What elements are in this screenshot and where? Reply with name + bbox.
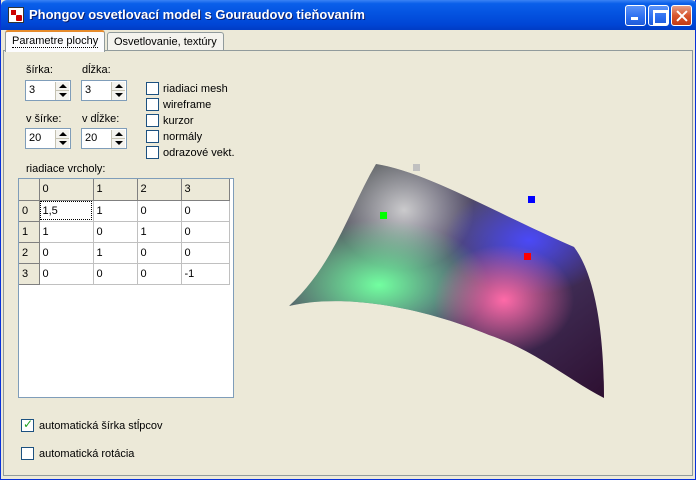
table-row: 0 1,5 1 0 0 bbox=[19, 200, 230, 222]
kurzor-label: kurzor bbox=[163, 115, 194, 127]
kurzor-checkbox[interactable] bbox=[146, 114, 159, 127]
row-header[interactable]: 2 bbox=[19, 242, 40, 264]
sirka-spinner[interactable]: 3 bbox=[25, 80, 71, 101]
normaly-label: normály bbox=[163, 131, 203, 143]
tab-label: Parametre plochy bbox=[12, 35, 99, 48]
grid-cell[interactable]: 0 bbox=[39, 263, 94, 285]
tab-label: Osvetlovanie, textúry bbox=[114, 36, 217, 48]
grid-header-row: 0 1 2 3 bbox=[19, 179, 230, 201]
spin-down-icon[interactable] bbox=[55, 139, 69, 148]
auto-width-checkbox[interactable] bbox=[21, 417, 34, 432]
close-button[interactable] bbox=[671, 5, 692, 26]
table-row: 1 1 0 1 0 bbox=[19, 221, 230, 243]
maximize-button[interactable] bbox=[648, 5, 669, 26]
wireframe-checkbox[interactable] bbox=[146, 98, 159, 111]
odrazove-vekt-label: odrazové vekt. bbox=[163, 147, 235, 159]
dlzka-spinner[interactable]: 3 bbox=[81, 80, 127, 101]
spin-up-icon[interactable] bbox=[55, 130, 69, 139]
control-points-grid[interactable]: 0 1 2 3 0 1,5 1 0 0 1 1 0 1 0 2 0 1 0 0 … bbox=[18, 178, 234, 398]
grid-cell[interactable]: 0 bbox=[137, 242, 182, 264]
grid-cell[interactable]: 0 bbox=[137, 263, 182, 285]
dlzka-label: dĺžka: bbox=[82, 64, 111, 76]
grid-cell[interactable]: 0 bbox=[137, 200, 182, 222]
row-header[interactable]: 3 bbox=[19, 263, 40, 285]
app-icon[interactable] bbox=[8, 7, 24, 23]
column-header[interactable]: 0 bbox=[39, 179, 94, 201]
column-header[interactable]: 2 bbox=[137, 179, 182, 201]
grid-table: 0 1 2 3 0 1,5 1 0 0 1 1 0 1 0 2 0 1 0 0 … bbox=[19, 179, 230, 285]
tab-parametre-plochy[interactable]: Parametre plochy bbox=[5, 30, 106, 52]
spin-up-icon[interactable] bbox=[55, 82, 69, 91]
normaly-checkbox[interactable] bbox=[146, 130, 159, 143]
grid-cell[interactable]: -1 bbox=[181, 263, 230, 285]
light-marker-red[interactable] bbox=[524, 253, 531, 260]
v-sirke-spinner[interactable]: 20 bbox=[25, 128, 71, 149]
row-header[interactable]: 1 bbox=[19, 221, 40, 243]
v-dlzke-spinner[interactable]: 20 bbox=[81, 128, 127, 149]
v-sirke-label: v šírke: bbox=[26, 113, 62, 125]
light-marker-blue[interactable] bbox=[528, 196, 535, 203]
light-marker-green[interactable] bbox=[380, 212, 387, 219]
render-viewport[interactable] bbox=[239, 60, 691, 470]
grid-cell[interactable]: 0 bbox=[93, 221, 138, 243]
grid-cell[interactable]: 0 bbox=[93, 263, 138, 285]
v-dlzke-value[interactable]: 20 bbox=[85, 132, 97, 144]
column-header[interactable]: 1 bbox=[93, 179, 138, 201]
riadiaci-mesh-checkbox[interactable] bbox=[146, 82, 159, 95]
spin-down-icon[interactable] bbox=[111, 139, 125, 148]
grid-corner-cell bbox=[19, 179, 40, 201]
grid-cell[interactable]: 1 bbox=[93, 200, 138, 222]
grid-cell[interactable]: 0 bbox=[181, 200, 230, 222]
table-row: 2 0 1 0 0 bbox=[19, 242, 230, 264]
v-sirke-value[interactable]: 20 bbox=[29, 132, 41, 144]
spin-up-icon[interactable] bbox=[111, 130, 125, 139]
grid-cell[interactable]: 1 bbox=[39, 221, 94, 243]
sirka-label: šírka: bbox=[26, 64, 53, 76]
grid-cell[interactable]: 0 bbox=[39, 242, 94, 264]
window-title: Phongov osvetlovací model s Gouraudovo t… bbox=[29, 7, 365, 22]
main-window: Phongov osvetlovací model s Gouraudovo t… bbox=[0, 0, 696, 480]
light-marker-gray[interactable] bbox=[413, 164, 420, 171]
grid-cell[interactable]: 1 bbox=[93, 242, 138, 264]
spin-down-icon[interactable] bbox=[111, 91, 125, 100]
auto-width-label: automatická šírka stĺpcov bbox=[39, 420, 163, 432]
v-dlzke-label: v dĺžke: bbox=[82, 113, 120, 125]
grid-label: riadiace vrcholy: bbox=[26, 163, 106, 175]
sirka-value[interactable]: 3 bbox=[29, 84, 35, 96]
table-row: 3 0 0 0 -1 bbox=[19, 263, 230, 285]
dlzka-value[interactable]: 3 bbox=[85, 84, 91, 96]
grid-cell[interactable]: 0 bbox=[181, 221, 230, 243]
auto-rotation-checkbox[interactable] bbox=[21, 447, 34, 460]
auto-rotation-label: automatická rotácia bbox=[39, 448, 135, 460]
row-header[interactable]: 0 bbox=[19, 200, 40, 222]
surface-render bbox=[289, 164, 604, 398]
riadiaci-mesh-label: riadiaci mesh bbox=[163, 83, 228, 95]
shaded-surface bbox=[289, 164, 604, 398]
spin-up-icon[interactable] bbox=[111, 82, 125, 91]
wireframe-label: wireframe bbox=[163, 99, 212, 111]
grid-cell[interactable]: 0 bbox=[181, 242, 230, 264]
odrazove-vekt-checkbox[interactable] bbox=[146, 146, 159, 159]
column-header[interactable]: 3 bbox=[181, 179, 230, 201]
grid-cell[interactable]: 1,5 bbox=[39, 200, 94, 222]
tab-osvetlovanie[interactable]: Osvetlovanie, textúry bbox=[107, 32, 224, 51]
spin-down-icon[interactable] bbox=[55, 91, 69, 100]
title-bar[interactable]: Phongov osvetlovací model s Gouraudovo t… bbox=[1, 0, 696, 30]
grid-cell[interactable]: 1 bbox=[137, 221, 182, 243]
minimize-button[interactable] bbox=[625, 5, 646, 26]
